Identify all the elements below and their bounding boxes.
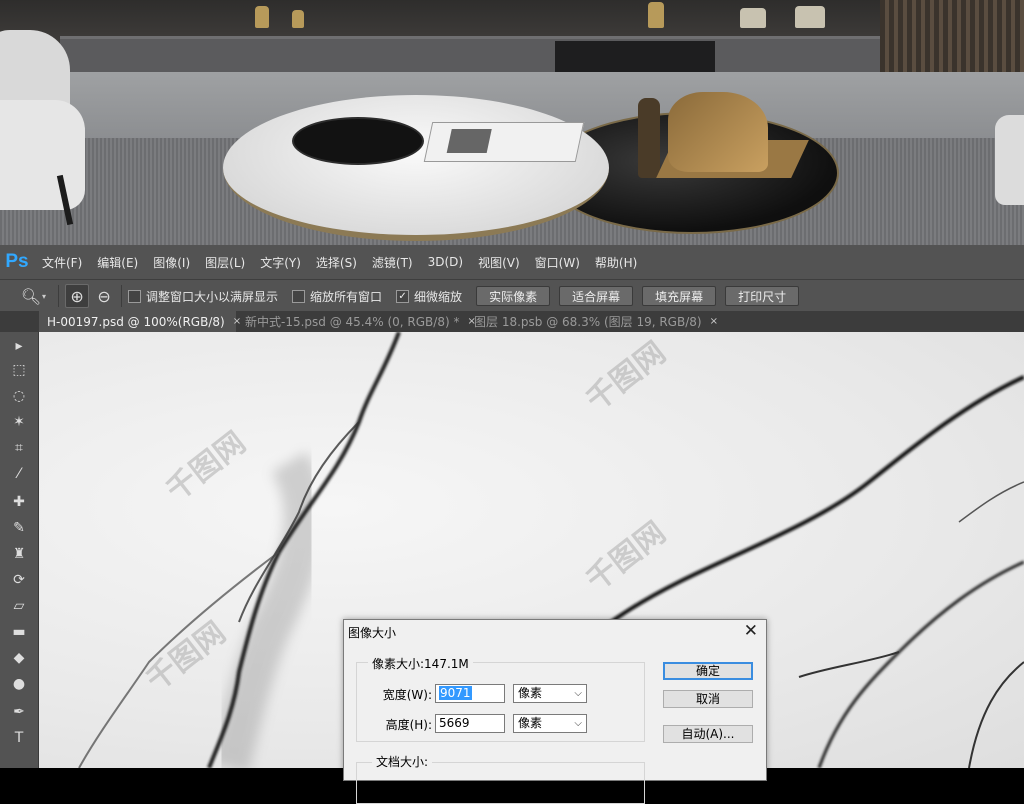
sofa-edge	[995, 115, 1024, 205]
auto-button[interactable]: 自动(A)...	[663, 725, 753, 743]
white-coffee-table	[223, 95, 609, 241]
width-unit-select[interactable]: 像素 ⌵	[513, 684, 587, 703]
eyedropper-icon[interactable]: ⁄	[9, 464, 29, 484]
crop-tool-icon[interactable]: ⌗	[9, 438, 29, 458]
lasso-tool-icon[interactable]: ◌	[9, 386, 29, 406]
image-size-dialog: 图像大小 ✕ 像素大小:147.1M 宽度(W): 9071 像素 ⌵ 高度(H)…	[343, 619, 767, 804]
photoshop-logo: Ps	[5, 251, 29, 272]
dialog-title: 图像大小	[348, 626, 397, 640]
zoom-out-icon[interactable]: ⊖	[93, 285, 115, 307]
magnifier-icon[interactable]: 🔍︎	[20, 285, 42, 307]
menu-view[interactable]: 视图(V)	[478, 254, 520, 271]
cancel-button[interactable]: 取消	[663, 690, 753, 708]
magic-wand-icon[interactable]: ✶	[9, 412, 29, 432]
width-field[interactable]: 9071	[435, 684, 505, 703]
fit-screen-button[interactable]: 适合屏幕	[559, 286, 634, 306]
pen-tool-icon[interactable]: ✒	[9, 702, 29, 722]
decor-vase	[740, 8, 766, 28]
tab-document-1[interactable]: H-00197.psd @ 100%(RGB/8) ×	[39, 311, 241, 332]
menu-help[interactable]: 帮助(H)	[595, 254, 637, 271]
menu-select[interactable]: 选择(S)	[316, 254, 357, 271]
pixel-dimensions-label: 像素大小:147.1M	[368, 655, 473, 672]
decor-statue	[648, 2, 664, 28]
dodge-tool-icon[interactable]: ●	[9, 674, 29, 694]
blur-tool-icon[interactable]: ◆	[9, 648, 29, 668]
armchair-seat	[0, 100, 85, 210]
history-brush-icon[interactable]: ⟳	[9, 570, 29, 590]
width-label: 宽度(W):	[382, 688, 432, 702]
black-tray	[292, 117, 424, 165]
chevron-down-icon: ⌵	[574, 718, 582, 729]
tab-document-3[interactable]: 图层 18.psb @ 68.3% (图层 19, RGB/8) ×	[466, 311, 718, 332]
move-tool-icon[interactable]: ▸	[9, 336, 29, 356]
checkbox-box[interactable]	[128, 289, 142, 303]
chevron-down-icon: ⌵	[574, 688, 582, 699]
decor-vase	[292, 10, 304, 28]
height-label: 高度(H):	[385, 718, 432, 732]
menu-layer[interactable]: 图层(L)	[205, 254, 245, 271]
gradient-tool-icon[interactable]: ▬	[9, 622, 29, 642]
decor-vase	[255, 6, 269, 28]
menu-file[interactable]: 文件(F)	[42, 254, 82, 271]
close-icon[interactable]: ×	[710, 316, 718, 327]
decor-vase	[795, 6, 825, 28]
room-photo	[0, 0, 1024, 245]
menu-edit[interactable]: 编辑(E)	[97, 254, 138, 271]
options-bar: 🔍︎ ▾ ⊕ ⊖ 调整窗口大小以满屏显示 缩放所有窗口 ✓ 细微缩放 实际像素 …	[0, 279, 1024, 312]
bronze-vase	[638, 98, 660, 178]
checkbox-resize-windows[interactable]: 调整窗口大小以满屏显示	[128, 288, 278, 305]
zoom-in-icon[interactable]: ⊕	[65, 284, 90, 308]
checkbox-checked[interactable]: ✓	[396, 289, 410, 303]
height-unit-select[interactable]: 像素 ⌵	[513, 714, 587, 733]
menu-type[interactable]: 文字(Y)	[260, 254, 301, 271]
checkbox-box[interactable]	[292, 289, 306, 303]
type-tool-icon[interactable]: T	[9, 728, 29, 748]
document-size-label: 文档大小:	[372, 753, 433, 770]
height-field[interactable]: 5669	[435, 714, 505, 733]
tv-cabinet	[60, 36, 880, 75]
print-size-button[interactable]: 打印尺寸	[725, 286, 800, 306]
bull-sculpture	[668, 92, 768, 172]
actual-pixels-button[interactable]: 实际像素	[476, 286, 551, 306]
wood-slat-wall	[880, 0, 1024, 72]
brush-tool-icon[interactable]: ✎	[9, 518, 29, 538]
eraser-icon[interactable]: ▱	[9, 596, 29, 616]
ok-button[interactable]: 确定	[663, 662, 753, 680]
menu-window[interactable]: 窗口(W)	[535, 254, 580, 271]
healing-brush-icon[interactable]: ✚	[9, 492, 29, 512]
clone-stamp-icon[interactable]: ♜	[9, 544, 29, 564]
document-tabs: H-00197.psd @ 100%(RGB/8) × 新中式-15.psd @…	[0, 311, 1024, 332]
fill-screen-button[interactable]: 填充屏幕	[642, 286, 717, 306]
menu-filter[interactable]: 滤镜(T)	[372, 254, 413, 271]
menu-image[interactable]: 图像(I)	[153, 254, 190, 271]
tab-document-2[interactable]: 新中式-15.psd @ 45.4% (0, RGB/8) * ×	[237, 311, 476, 332]
close-icon[interactable]: ✕	[744, 621, 758, 641]
menu-3d[interactable]: 3D(D)	[428, 255, 463, 269]
tool-preset-chevron-icon[interactable]: ▾	[42, 292, 46, 301]
open-book	[423, 122, 585, 162]
checkbox-zoom-all[interactable]: 缩放所有窗口	[292, 288, 382, 305]
tools-panel: ▸ ⬚ ◌ ✶ ⌗ ⁄ ✚ ✎ ♜ ⟳ ▱ ▬ ◆ ● ✒ T	[0, 332, 39, 768]
checkbox-scrubby-zoom[interactable]: ✓ 细微缩放	[396, 288, 462, 305]
menu-bar: Ps 文件(F) 编辑(E) 图像(I) 图层(L) 文字(Y) 选择(S) 滤…	[0, 245, 1024, 279]
marquee-tool-icon[interactable]: ⬚	[9, 360, 29, 380]
